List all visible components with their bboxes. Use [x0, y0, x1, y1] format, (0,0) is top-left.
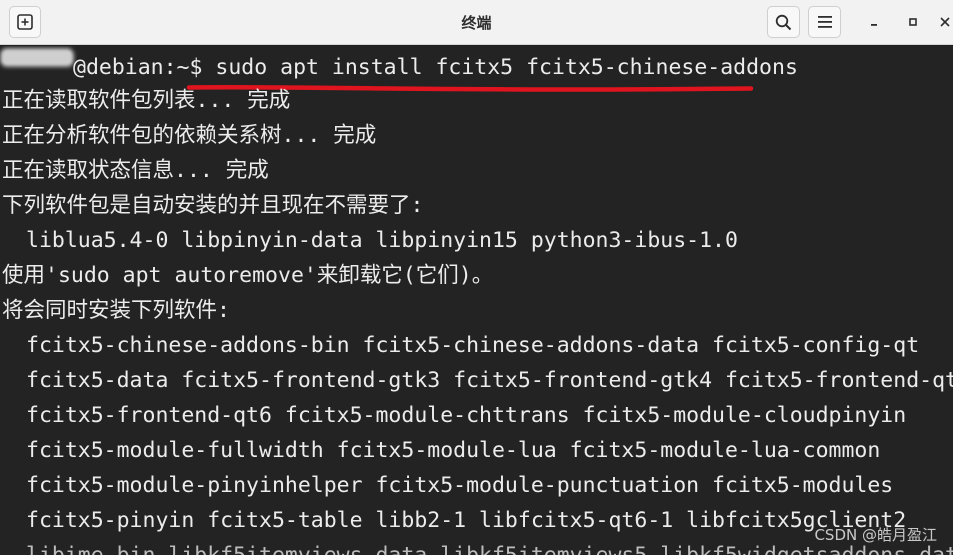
command-prompt-line: dabing@debian:~$ sudo apt install fcitx5…: [2, 50, 798, 84]
output-line: fcitx5-frontend-qt6 fcitx5-module-chttra…: [26, 403, 907, 428]
blurred-username: dabing: [2, 50, 72, 65]
search-icon: [775, 14, 792, 30]
minimize-button[interactable]: [860, 8, 888, 36]
output-line: fcitx5-chinese-addons-bin fcitx5-chinese…: [26, 333, 920, 358]
title-bar: 终端: [0, 0, 953, 45]
prompt-host-path: @debian:~$: [73, 55, 203, 80]
output-line: 正在分析软件包的依赖关系树... 完成: [2, 123, 377, 148]
output-line: liblua5.4-0 libpinyin-data libpinyin15 p…: [26, 228, 738, 253]
output-line: fcitx5-module-fullwidth fcitx5-module-lu…: [26, 438, 881, 463]
close-icon: [939, 17, 950, 27]
search-button[interactable]: [767, 6, 800, 38]
close-button[interactable]: [936, 8, 953, 36]
terminal-output[interactable]: dabing@debian:~$ sudo apt install fcitx5…: [0, 46, 953, 555]
output-line: 正在读取状态信息... 完成: [2, 158, 269, 183]
output-line: 正在读取软件包列表... 完成: [2, 88, 291, 113]
output-line: 使用'sudo apt autoremove'来卸载它(它们)。: [2, 263, 494, 288]
hamburger-menu-icon: [817, 16, 832, 28]
maximize-icon: [909, 18, 917, 26]
output-line: 下列软件包是自动安装的并且现在不需要了:: [2, 193, 424, 218]
csdn-watermark: CSDN @皓月盈江: [814, 526, 937, 544]
maximize-button[interactable]: [899, 8, 927, 36]
typed-command: sudo apt install fcitx5 fcitx5-chinese-a…: [215, 55, 798, 80]
output-line: 将会同时安装下列软件:: [2, 298, 230, 323]
terminal-window: 终端 @debian:~$ sudo apt install fcitx5 fc…: [0, 0, 953, 555]
output-line: fcitx5-data fcitx5-frontend-gtk3 fcitx5-…: [26, 368, 953, 393]
output-line: fcitx5-pinyin fcitx5-table libb2-1 libfc…: [26, 508, 907, 533]
minimize-icon: [871, 24, 877, 26]
menu-button[interactable]: [808, 6, 841, 38]
output-line: fcitx5-module-pinyinhelper fcitx5-module…: [26, 473, 894, 498]
